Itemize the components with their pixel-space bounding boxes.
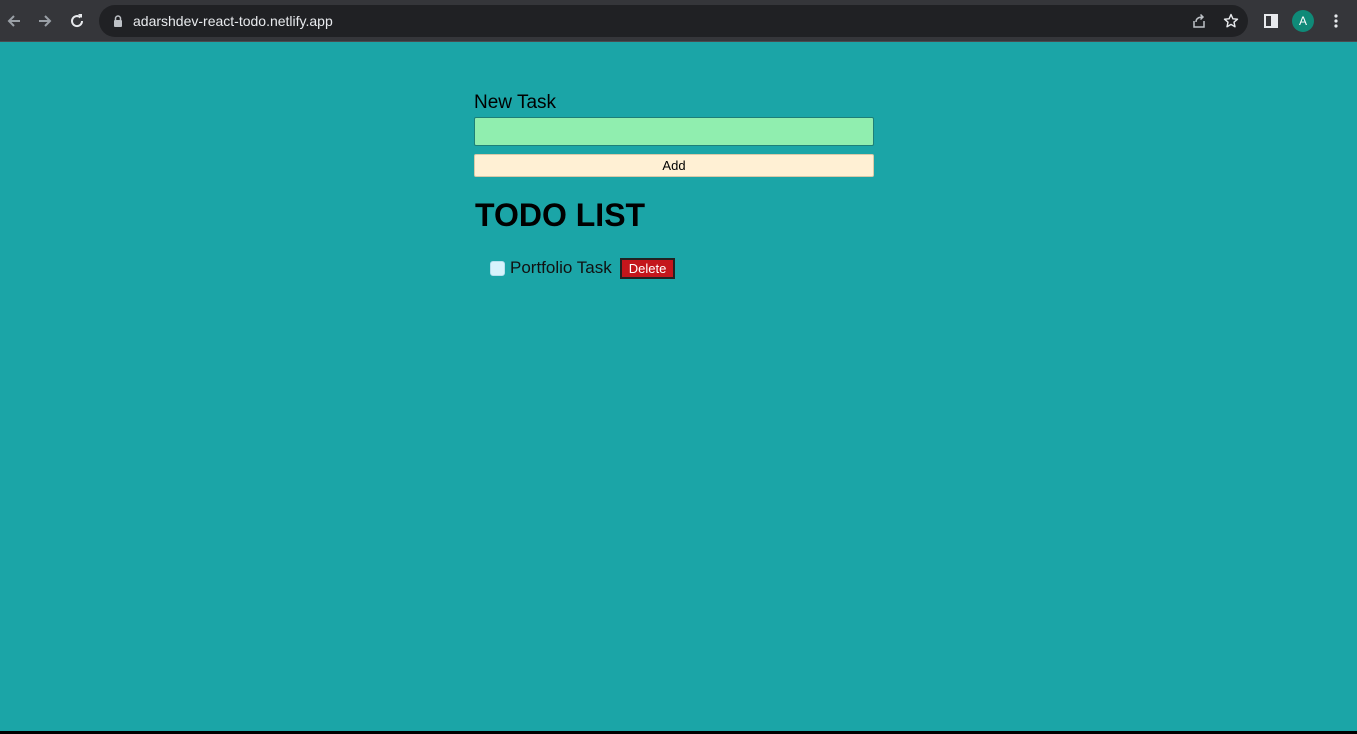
url-text[interactable]: adarshdev-react-todo.netlify.app bbox=[133, 5, 333, 37]
lock-icon[interactable] bbox=[111, 14, 125, 28]
kebab-menu-icon[interactable] bbox=[1324, 9, 1348, 33]
todo-text: Portfolio Task bbox=[510, 258, 612, 277]
back-arrow-icon[interactable] bbox=[2, 9, 26, 33]
todo-list-title: TODO LIST bbox=[475, 197, 646, 233]
forward-arrow-icon[interactable] bbox=[33, 9, 57, 33]
page-viewport: New Task Add TODO LIST Portfolio Task De… bbox=[0, 42, 1357, 731]
add-task-button[interactable]: Add bbox=[474, 154, 874, 177]
browser-toolbar: adarshdev-react-todo.netlify.app A bbox=[0, 0, 1357, 42]
todo-checkbox[interactable] bbox=[490, 260, 505, 276]
delete-task-button[interactable]: Delete bbox=[619, 257, 676, 279]
address-bar[interactable]: adarshdev-react-todo.netlify.app bbox=[99, 5, 1248, 37]
side-panel-icon[interactable] bbox=[1259, 9, 1283, 33]
share-icon[interactable] bbox=[1190, 12, 1208, 30]
profile-avatar[interactable]: A bbox=[1292, 10, 1314, 32]
new-task-input[interactable] bbox=[474, 117, 874, 146]
reload-icon[interactable] bbox=[65, 9, 89, 33]
star-icon[interactable] bbox=[1222, 12, 1240, 30]
todo-list-item: Portfolio Task Delete bbox=[490, 257, 676, 279]
new-task-label: New Task bbox=[474, 92, 557, 113]
